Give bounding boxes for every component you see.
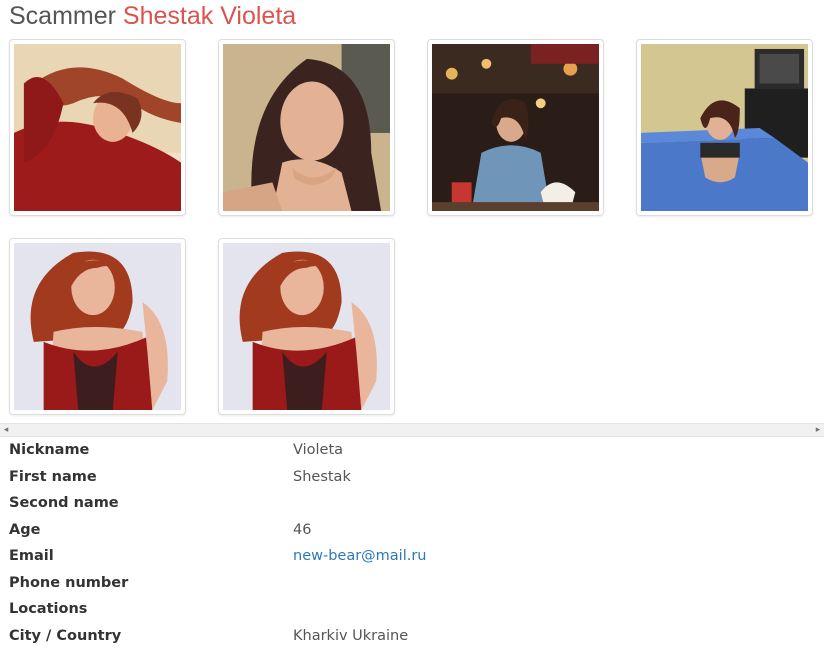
- info-value: Shestak: [293, 468, 351, 485]
- photo-thumbnail-6[interactable]: [218, 238, 395, 415]
- info-label: Nickname: [9, 442, 90, 458]
- profile-info-table: Nickname Violeta First name Shestak Seco…: [0, 437, 824, 649]
- photo-woman-red-corset: [14, 243, 181, 410]
- photo-woman-on-bed: [641, 44, 808, 211]
- photo-thumbnail-5[interactable]: [9, 238, 186, 415]
- scroll-right-arrow-icon[interactable]: ▸: [812, 424, 824, 436]
- info-label: Phone number: [9, 574, 129, 591]
- photo-thumbnail-3[interactable]: [427, 39, 604, 216]
- info-row-locations: Locations: [0, 596, 824, 623]
- info-value: Kharkiv Ukraine: [293, 627, 409, 644]
- info-label: Email: [9, 548, 54, 564]
- info-row-first-name: First name Shestak: [0, 464, 824, 491]
- profile-page: Scammer Shestak Violeta ◂ ▸ Nickname Vio…: [0, 0, 824, 649]
- info-value: Violeta: [293, 442, 344, 458]
- info-row-phone: Phone number: [0, 570, 824, 597]
- page-title: Scammer Shestak Violeta: [9, 1, 296, 31]
- info-label: Age: [9, 521, 41, 538]
- scroll-left-arrow-icon[interactable]: ◂: [0, 424, 12, 436]
- photo-thumbnail-1[interactable]: [9, 39, 186, 216]
- info-label: First name: [9, 468, 97, 485]
- photo-woman-portrait: [223, 44, 390, 211]
- info-value: 46: [293, 521, 312, 538]
- photo-woman-red-corset: [223, 243, 390, 410]
- email-link[interactable]: new-bear@mail.ru: [293, 543, 427, 570]
- info-label: Second name: [9, 495, 119, 511]
- info-row-city-country: City / Country Kharkiv Ukraine: [0, 623, 824, 649]
- photo-thumbnail-2[interactable]: [218, 39, 395, 216]
- info-row-age: Age 46: [0, 517, 824, 544]
- info-label: City / Country: [9, 627, 122, 644]
- info-row-nickname: Nickname Violeta: [0, 437, 824, 464]
- info-row-email: Email new-bear@mail.ru: [0, 543, 824, 570]
- info-row-second-name: Second name: [0, 490, 824, 517]
- photo-thumbnail-4[interactable]: [636, 39, 813, 216]
- photo-woman-restaurant: [432, 44, 599, 211]
- horizontal-scrollbar[interactable]: ◂ ▸: [0, 423, 824, 437]
- scammer-name: Shestak Violeta: [122, 2, 297, 30]
- info-label: Locations: [9, 601, 88, 617]
- photo-woman-red-sweater: [14, 44, 181, 211]
- title-prefix: Scammer: [9, 2, 116, 30]
